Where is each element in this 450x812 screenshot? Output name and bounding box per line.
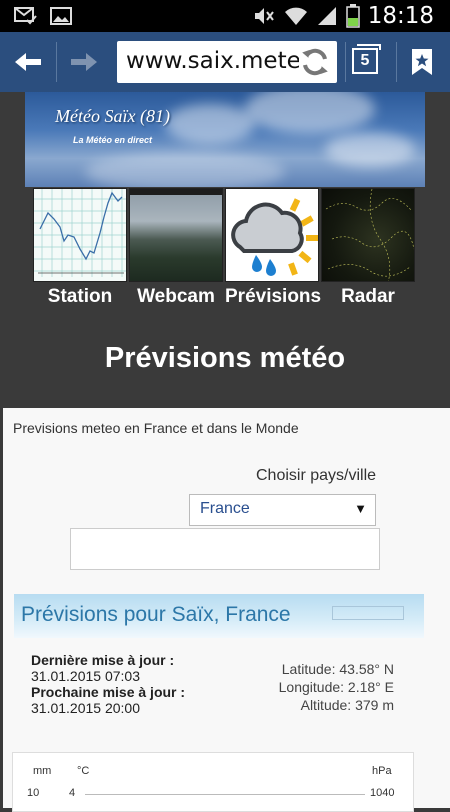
nav-label-webcam: Webcam — [137, 286, 215, 307]
radar-map-icon — [325, 189, 414, 281]
chart-unit-celsius: °C — [77, 765, 90, 777]
nav-item-radar[interactable]: Radar — [321, 188, 415, 308]
chart-unit-mm: mm — [33, 765, 52, 777]
image-icon — [50, 7, 72, 25]
chart-gridline — [85, 794, 365, 795]
station-graph-thumbnail[interactable] — [33, 188, 127, 282]
intro-text: Previsions meteo en France et dans le Mo… — [13, 420, 299, 436]
nav-label-radar: Radar — [341, 286, 395, 307]
back-button[interactable] — [6, 40, 50, 84]
last-update-label: Dernière mise à jour : — [31, 652, 175, 668]
nav-item-station[interactable]: Station — [33, 188, 127, 308]
battery-icon — [345, 4, 360, 28]
latitude: Latitude: 43.58° N — [281, 661, 394, 677]
refresh-icon[interactable] — [299, 46, 331, 78]
arrow-left-icon — [15, 53, 41, 71]
url-text: www.saix.meteo — [126, 48, 315, 74]
choose-location-label: Choisir pays/ville — [256, 467, 377, 484]
bookmark-star-icon — [412, 49, 432, 75]
site-banner[interactable]: Météo Saïx (81) La Météo en direct — [25, 92, 425, 187]
toolbar-divider — [396, 42, 397, 82]
site-title: Météo Saïx (81) — [55, 106, 170, 126]
next-update-label: Prochaine mise à jour : — [31, 684, 186, 700]
forecast-chart: mm °C hPa 10 4 1040 — [12, 752, 414, 812]
nav-item-forecast[interactable]: Prévisions — [225, 188, 322, 308]
page-title: Prévisions météo — [104, 342, 346, 374]
next-update-value: 31.01.2015 20:00 — [31, 700, 140, 716]
site-subtitle: La Météo en direct — [73, 135, 153, 145]
nav-label-station: Station — [47, 286, 113, 307]
tab-count: 5 — [352, 48, 378, 74]
forecast-panel: Previsions meteo en France et dans le Mo… — [3, 408, 450, 812]
tabs-button[interactable]: 5 — [346, 40, 390, 84]
email-check-icon — [14, 7, 37, 25]
country-select[interactable]: France ▼ — [189, 494, 376, 526]
browser-toolbar: www.saix.meteo 5 — [0, 32, 450, 92]
status-bar: 18:18 — [0, 0, 450, 32]
nav-item-webcam[interactable]: Webcam — [129, 188, 223, 308]
signal-icon — [317, 7, 336, 25]
forecast-header-box — [332, 606, 404, 620]
mute-icon — [254, 8, 274, 24]
webcam-thumbnail[interactable] — [129, 188, 223, 282]
location-coordinates: Latitude: 43.58° N Longitude: 2.18° E Al… — [279, 660, 394, 714]
station-graph-icon — [34, 189, 126, 277]
arrow-right-icon — [71, 53, 97, 71]
clock: 18:18 — [367, 3, 434, 29]
nav-label-forecast: Prévisions — [225, 286, 322, 307]
chart-tick-mm: 10 — [27, 787, 40, 799]
radar-thumbnail[interactable] — [321, 188, 415, 282]
update-info: Dernière mise à jour : 31.01.2015 07:03 … — [31, 652, 185, 716]
forecast-header: Prévisions pour Saïx, France — [14, 594, 424, 638]
forecast-heading: Prévisions pour Saïx, France — [21, 603, 291, 626]
web-page: Météo Saïx (81) La Météo en direct Stati… — [0, 92, 450, 812]
chart-unit-hpa: hPa — [372, 765, 392, 777]
city-input[interactable] — [70, 528, 380, 570]
address-bar[interactable]: www.saix.meteo — [117, 41, 337, 83]
bookmark-button[interactable] — [400, 40, 444, 84]
forecast-thumbnail[interactable] — [225, 188, 319, 282]
site-nav: Station Webcam Prévisions Radar — [33, 188, 415, 308]
forward-button[interactable] — [62, 40, 106, 84]
wifi-icon — [284, 7, 307, 25]
toolbar-divider — [56, 42, 57, 82]
country-selected-value: France — [200, 500, 250, 517]
chart-tick-hpa: 1040 — [370, 787, 395, 799]
chart-tick-celsius: 4 — [69, 787, 76, 799]
last-update-value: 31.01.2015 07:03 — [31, 668, 140, 684]
altitude: Altitude: 379 m — [300, 697, 394, 713]
longitude: Longitude: 2.18° E — [278, 679, 394, 695]
cloud-rain-sun-icon — [231, 198, 318, 276]
dropdown-arrow-icon: ▼ — [354, 501, 367, 516]
